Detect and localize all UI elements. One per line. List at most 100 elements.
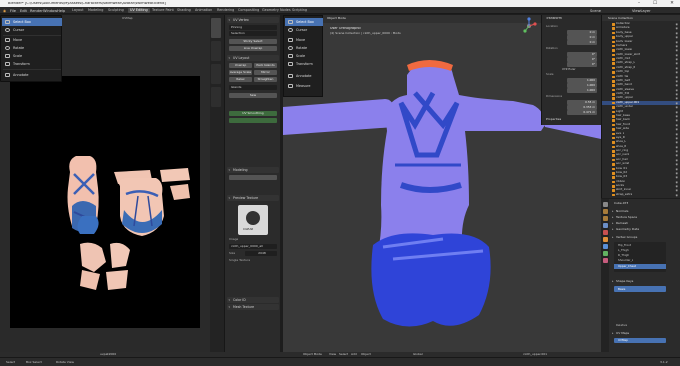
average-scale-button[interactable]: Average Scale bbox=[229, 70, 252, 75]
menu-view[interactable]: View bbox=[329, 353, 336, 356]
uv-smoothing-button[interactable]: UV Smoothing bbox=[229, 111, 277, 116]
minimize-icon[interactable]: – bbox=[631, 0, 647, 7]
rotation-mode[interactable]: XYZ Euler bbox=[562, 68, 576, 71]
tool-annotate[interactable]: Annotate bbox=[2, 71, 62, 79]
section-preview-texture[interactable]: Preview Texture bbox=[227, 195, 279, 201]
visibility-eye-icon[interactable]: ◉ bbox=[676, 193, 678, 197]
menu-select[interactable]: Select bbox=[339, 353, 348, 356]
world-tab-icon[interactable] bbox=[602, 230, 608, 235]
section-color-id[interactable]: Color ID bbox=[227, 297, 279, 303]
navigation-gizmo[interactable] bbox=[519, 16, 539, 36]
object-tab-icon[interactable] bbox=[602, 237, 608, 242]
vp-tool-cursor[interactable]: Cursor bbox=[285, 26, 323, 34]
uv-smoothing-button-2[interactable] bbox=[229, 118, 277, 123]
mirror-button[interactable]: Mirror bbox=[254, 70, 277, 75]
tab-sculpting[interactable]: Sculpting bbox=[106, 8, 126, 13]
view-layer-selector[interactable]: ViewLayer bbox=[632, 9, 651, 13]
vp-tool-move[interactable]: Move bbox=[285, 36, 323, 44]
tool-move[interactable]: Move bbox=[2, 36, 62, 44]
material-tab-icon[interactable] bbox=[602, 258, 608, 263]
vp-tool-rotate[interactable]: Rotate bbox=[285, 44, 323, 52]
tab-geometry-nodes[interactable]: Geometry Nodes bbox=[260, 8, 293, 13]
tool-transform[interactable]: Transform bbox=[2, 60, 62, 68]
relative-checkbox[interactable]: Relative bbox=[616, 324, 627, 327]
section-uv-maps[interactable]: UV Maps bbox=[611, 331, 679, 336]
vp-tool-select-box[interactable]: Select Box bbox=[285, 18, 323, 26]
tab-view[interactable] bbox=[211, 64, 221, 84]
tool-tab-icon[interactable] bbox=[602, 202, 608, 207]
tab-image[interactable] bbox=[211, 18, 221, 38]
tab-modeling[interactable]: Modeling bbox=[86, 8, 105, 13]
menu-object[interactable]: Object bbox=[361, 353, 371, 356]
section-uv-layout[interactable]: UV Layout bbox=[227, 55, 279, 61]
mesh-data-tab-icon[interactable] bbox=[602, 251, 608, 256]
tab-texture-paint[interactable]: Texture Paint bbox=[150, 8, 176, 13]
dimension-z[interactable]: 0.471 m bbox=[545, 110, 599, 115]
section-modeling[interactable]: Modeling bbox=[227, 167, 279, 173]
viewport-mode[interactable]: Object Mode bbox=[327, 17, 346, 20]
section-geometry-data[interactable]: Geometry Data bbox=[611, 227, 679, 232]
image-preview-thumbnail[interactable]: CGEAR bbox=[238, 205, 268, 235]
scale-z[interactable]: 1.000 bbox=[545, 88, 599, 93]
section-uv-vertex[interactable]: UV Vertex bbox=[227, 17, 279, 23]
vertex-group-item[interactable]: Hip_Front bbox=[618, 244, 631, 247]
blender-logo-icon[interactable]: ◉ bbox=[3, 9, 6, 13]
render-tab-icon[interactable] bbox=[602, 209, 608, 214]
tab-compositing[interactable]: Compositing bbox=[236, 8, 261, 13]
section-vertex-groups[interactable]: Vertex Groups bbox=[611, 235, 679, 240]
section-remesh[interactable]: Remesh bbox=[611, 221, 679, 226]
vertex-group-item[interactable]: L_Thigh bbox=[618, 249, 629, 252]
modifier-tab-icon[interactable] bbox=[602, 244, 608, 249]
location-z[interactable]: 0 m bbox=[545, 40, 599, 45]
field-pinning[interactable]: Pinning bbox=[229, 25, 277, 30]
menu-file[interactable]: File bbox=[10, 9, 16, 13]
field-selection[interactable]: Selection bbox=[229, 31, 277, 36]
object-mode-menu[interactable]: Object Mode bbox=[303, 353, 322, 356]
menu-add[interactable]: Add bbox=[351, 353, 357, 356]
rotation-z[interactable]: 0° bbox=[545, 62, 599, 67]
field-islands[interactable]: Islands bbox=[229, 85, 277, 90]
section-texture-space[interactable]: Texture Space bbox=[611, 215, 679, 220]
tab-rendering[interactable]: Rendering bbox=[215, 8, 236, 13]
tool-scale[interactable]: Scale bbox=[2, 52, 62, 60]
menu-edit[interactable]: Edit bbox=[20, 9, 27, 13]
section-normals[interactable]: Normals bbox=[611, 209, 679, 214]
uv-map-name[interactable]: UVMap bbox=[122, 17, 133, 20]
scene-selector[interactable]: Scene bbox=[590, 9, 601, 13]
properties-title[interactable]: Properties bbox=[546, 118, 561, 121]
shape-key-basis[interactable]: Basis bbox=[614, 286, 666, 292]
output-tab-icon[interactable] bbox=[602, 216, 608, 221]
tab-scripting[interactable]: Scripting bbox=[290, 8, 309, 13]
uv-image-canvas[interactable] bbox=[10, 76, 200, 328]
menu-help[interactable]: Help bbox=[57, 9, 65, 13]
modeling-button[interactable] bbox=[229, 175, 277, 180]
scene-tab-icon[interactable] bbox=[602, 223, 608, 228]
tool-cursor[interactable]: Cursor bbox=[2, 26, 62, 34]
image-name-field[interactable]: uvpat2000 bbox=[100, 353, 116, 356]
tab-tool[interactable] bbox=[211, 41, 221, 61]
vp-tool-annotate[interactable]: Annotate bbox=[285, 72, 323, 80]
tab-uv-editing[interactable]: UV Editing bbox=[128, 8, 150, 13]
live-unwrap-button[interactable]: Live Unwrap bbox=[229, 46, 277, 51]
section-shape-keys[interactable]: Shape Keys bbox=[611, 279, 679, 284]
sew-button[interactable]: Sew bbox=[229, 93, 277, 98]
tool-rotate[interactable]: Rotate bbox=[2, 44, 62, 52]
menu-render[interactable]: Render bbox=[30, 9, 43, 13]
close-icon[interactable]: ✕ bbox=[664, 0, 680, 7]
uv-map-item[interactable]: UVMap bbox=[614, 338, 666, 343]
relax-button[interactable]: Relax bbox=[229, 77, 252, 82]
tool-select-box[interactable]: Select Box bbox=[2, 18, 62, 26]
vp-tool-measure[interactable]: Measure bbox=[285, 82, 323, 90]
straighten-button[interactable]: Straighten bbox=[254, 77, 277, 82]
vp-tool-transform[interactable]: Transform bbox=[285, 60, 323, 68]
tab-animation[interactable]: Animation bbox=[193, 8, 214, 13]
tab-addon[interactable] bbox=[211, 87, 221, 107]
size-field[interactable]: 2048 bbox=[245, 251, 277, 256]
vp-tool-scale[interactable]: Scale bbox=[285, 52, 323, 60]
object-name[interactable]: Cube.073 bbox=[614, 202, 628, 205]
unwrap-button[interactable]: Unwrap bbox=[229, 63, 252, 68]
transform-orientation[interactable]: Global bbox=[413, 353, 423, 356]
vertex-group-item-active[interactable]: Upper_Chest bbox=[614, 264, 666, 269]
pack-islands-button[interactable]: Pack Islands bbox=[254, 63, 277, 68]
texture-name-field[interactable]: cloth_upper_0000_all bbox=[229, 244, 277, 249]
